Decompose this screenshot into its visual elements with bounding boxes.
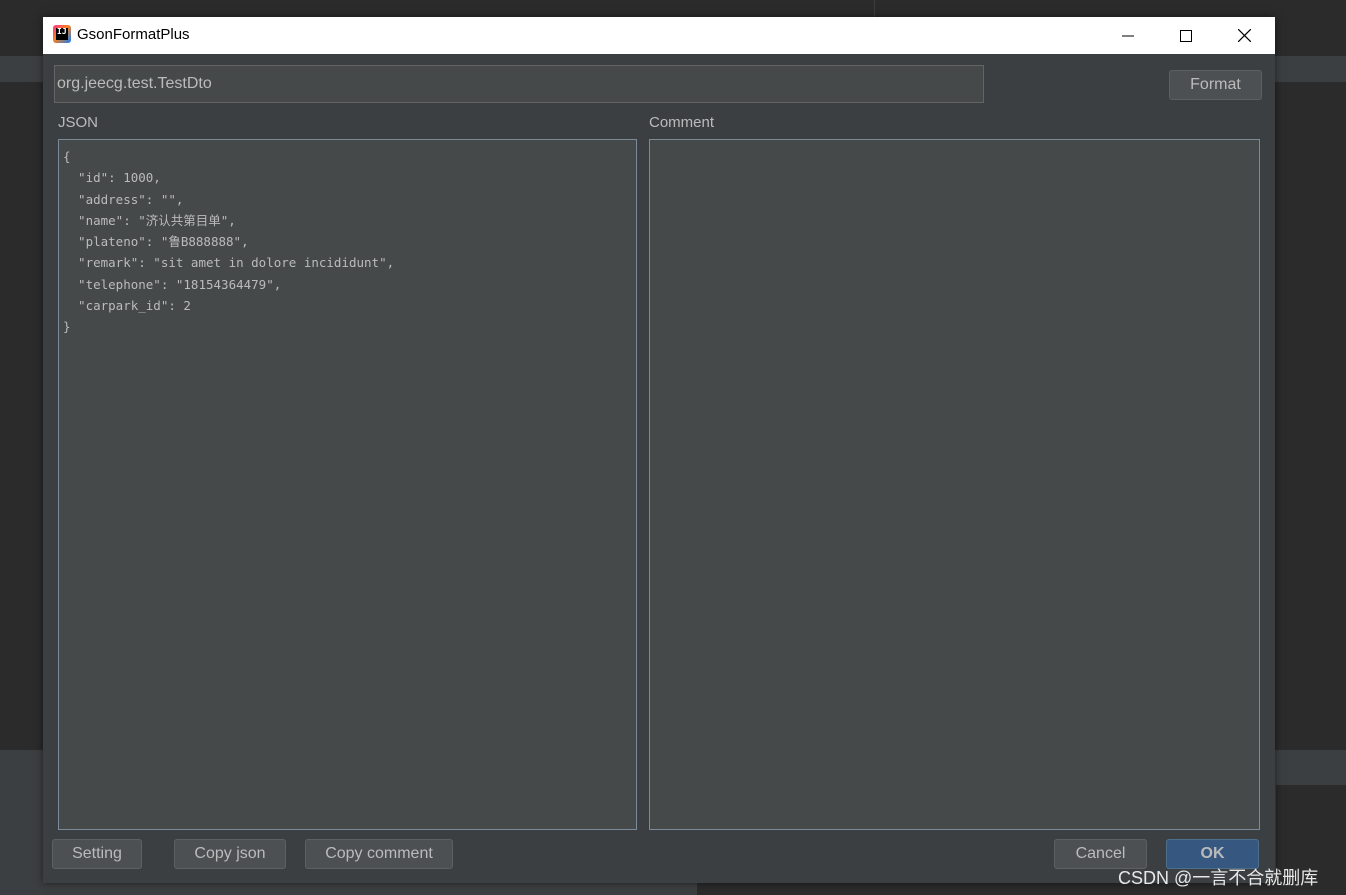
json-label: JSON bbox=[58, 114, 99, 131]
comment-text bbox=[650, 140, 1259, 146]
format-button[interactable]: Format bbox=[1169, 70, 1262, 100]
json-line: "id": 1000, bbox=[63, 170, 161, 186]
close-button[interactable] bbox=[1215, 17, 1273, 54]
gson-format-dialog: IJ GsonFormatPlus Format JSON Comment { … bbox=[43, 17, 1275, 883]
close-icon bbox=[1237, 29, 1251, 42]
title-bar: IJ GsonFormatPlus bbox=[43, 17, 1275, 54]
json-line: "remark": "sit amet in dolore incididunt… bbox=[63, 255, 395, 271]
json-line: } bbox=[63, 319, 71, 335]
ide-divider bbox=[874, 0, 875, 18]
dialog-title: GsonFormatPlus bbox=[77, 26, 190, 43]
copy-json-button[interactable]: Copy json bbox=[174, 839, 286, 869]
json-text: { "id": 1000, "address": "", "name": "济认… bbox=[59, 140, 636, 338]
comment-label: Comment bbox=[649, 114, 715, 131]
copy-comment-button[interactable]: Copy comment bbox=[305, 839, 453, 869]
json-line: "carpark_id": 2 bbox=[63, 298, 191, 314]
json-line: "plateno": "鲁B888888", bbox=[63, 234, 249, 250]
maximize-button[interactable] bbox=[1157, 17, 1215, 54]
watermark: CSDN @一言不合就删库 bbox=[1118, 868, 1319, 888]
comment-editor[interactable] bbox=[649, 139, 1260, 830]
maximize-icon bbox=[1180, 29, 1192, 42]
minimize-button[interactable] bbox=[1099, 17, 1157, 54]
json-line: "name": "济认共第目单", bbox=[63, 212, 236, 228]
json-line: "address": "", bbox=[63, 191, 184, 207]
json-editor[interactable]: { "id": 1000, "address": "", "name": "济认… bbox=[58, 139, 637, 830]
minimize-icon bbox=[1122, 35, 1134, 36]
json-line: "telephone": "18154364479", bbox=[63, 276, 282, 292]
setting-button[interactable]: Setting bbox=[52, 839, 142, 869]
intellij-app-icon: IJ bbox=[53, 25, 71, 43]
class-name-input[interactable] bbox=[54, 65, 984, 103]
json-line: { bbox=[63, 149, 71, 164]
